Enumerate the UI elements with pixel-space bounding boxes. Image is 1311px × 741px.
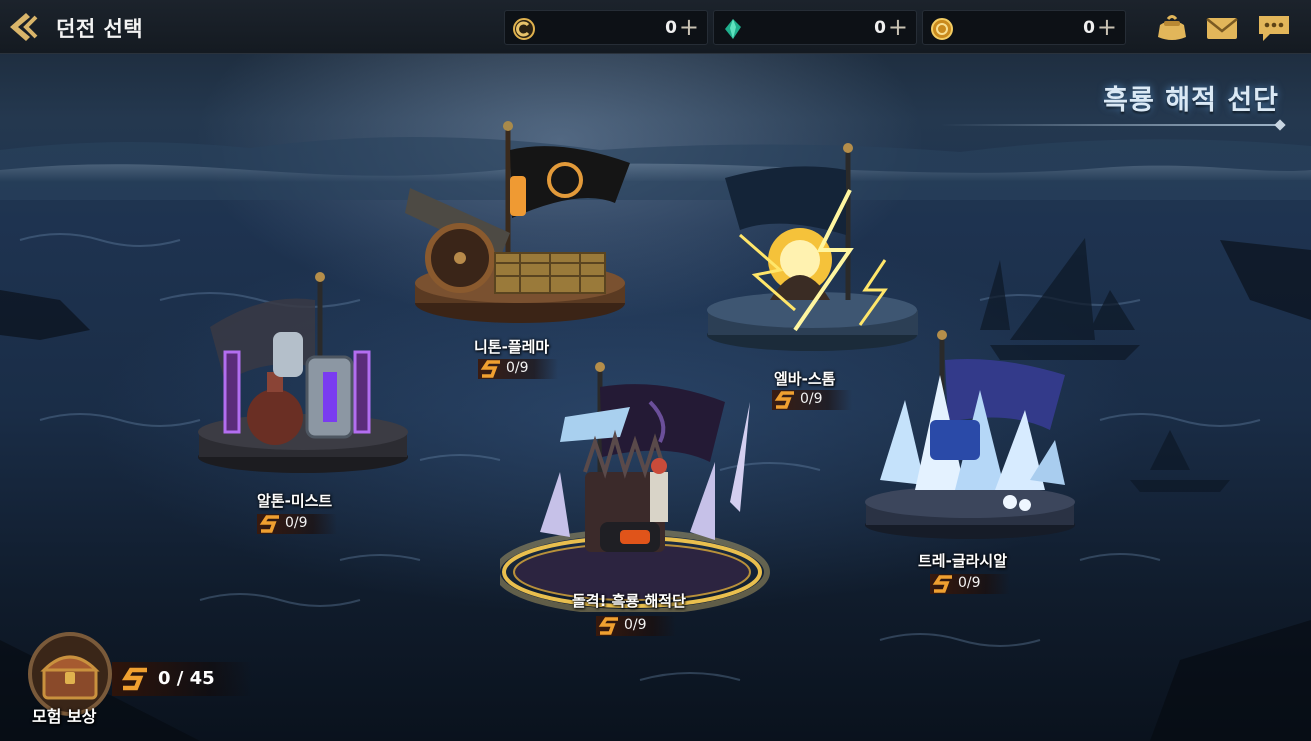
ice-stage-icon bbox=[865, 330, 1075, 539]
dungeon-progress: 0/9 bbox=[772, 390, 852, 410]
lightning-stage-icon bbox=[707, 143, 918, 351]
dungeon-name: 트레-글라시알 bbox=[918, 552, 1008, 570]
currency-green-gem: 0 + bbox=[713, 10, 917, 45]
tanks-stage-icon bbox=[198, 272, 408, 473]
add-currency-button[interactable]: + bbox=[679, 14, 699, 40]
dungeon-tre-glacial[interactable]: 트레-글라시알 0/9 bbox=[860, 330, 1080, 600]
currency-value: 0 bbox=[874, 18, 886, 38]
currency-value: 0 bbox=[1083, 18, 1095, 38]
add-currency-button[interactable]: + bbox=[888, 14, 908, 40]
gold-coin-icon bbox=[931, 18, 953, 40]
dungeon-niton-flema[interactable]: 니톤-플레마 0/9 bbox=[400, 118, 640, 388]
dungeon-progress: 0/9 bbox=[257, 514, 337, 534]
dungeon-name: 엘바-스톰 bbox=[774, 370, 836, 388]
progress-text: 0/9 bbox=[285, 515, 308, 531]
back-arrow-icon bbox=[10, 13, 38, 41]
progress-text: 0/9 bbox=[624, 617, 647, 633]
c-coin-icon bbox=[513, 18, 535, 40]
cannon-stage-icon bbox=[405, 121, 630, 323]
progress-text: 0/9 bbox=[958, 575, 981, 591]
reward-progress-text: 0 / 45 bbox=[158, 668, 215, 689]
top-bar: 던전 선택 0 + 0 + 0 + bbox=[0, 0, 1311, 54]
chat-icon[interactable] bbox=[1256, 13, 1292, 43]
s-rank-icon bbox=[774, 391, 794, 409]
throne-stage-icon bbox=[500, 362, 770, 612]
reward-progress-bar: 0 / 45 bbox=[112, 662, 252, 696]
mail-icon[interactable] bbox=[1204, 13, 1240, 43]
s-rank-icon bbox=[932, 575, 952, 593]
dungeon-name: 알톤-미스트 bbox=[257, 492, 333, 510]
dungeon-alton-mist[interactable]: 알톤-미스트 0/9 bbox=[195, 272, 415, 542]
currency-value: 0 bbox=[665, 18, 677, 38]
dungeon-progress: 0/9 bbox=[596, 616, 676, 636]
progress-text: 0/9 bbox=[800, 391, 823, 407]
dungeon-charge-black-dragon-pirates[interactable]: 돌격! 흑룡 해적단 0/9 bbox=[500, 362, 770, 642]
currency-c-coin: 0 + bbox=[504, 10, 708, 45]
region-title: 흑룡 해적 선단 bbox=[1103, 85, 1279, 116]
add-currency-button[interactable]: + bbox=[1097, 14, 1117, 40]
dungeon-progress: 0/9 bbox=[930, 574, 1010, 594]
dungeon-name: 니톤-플레마 bbox=[474, 338, 550, 356]
region-title-divider bbox=[940, 124, 1280, 126]
back-button[interactable] bbox=[6, 9, 44, 45]
s-rank-icon bbox=[598, 617, 618, 635]
s-rank-icon bbox=[121, 667, 147, 691]
reward-label: 모험 보상 bbox=[32, 707, 97, 726]
s-rank-icon bbox=[259, 515, 279, 533]
dungeon-name: 돌격! 흑룡 해적단 bbox=[572, 592, 686, 610]
pouch-icon[interactable] bbox=[1154, 13, 1190, 43]
green-gem-icon bbox=[725, 19, 741, 39]
currency-gold-coin: 0 + bbox=[922, 10, 1126, 45]
screen-title: 던전 선택 bbox=[56, 17, 144, 41]
